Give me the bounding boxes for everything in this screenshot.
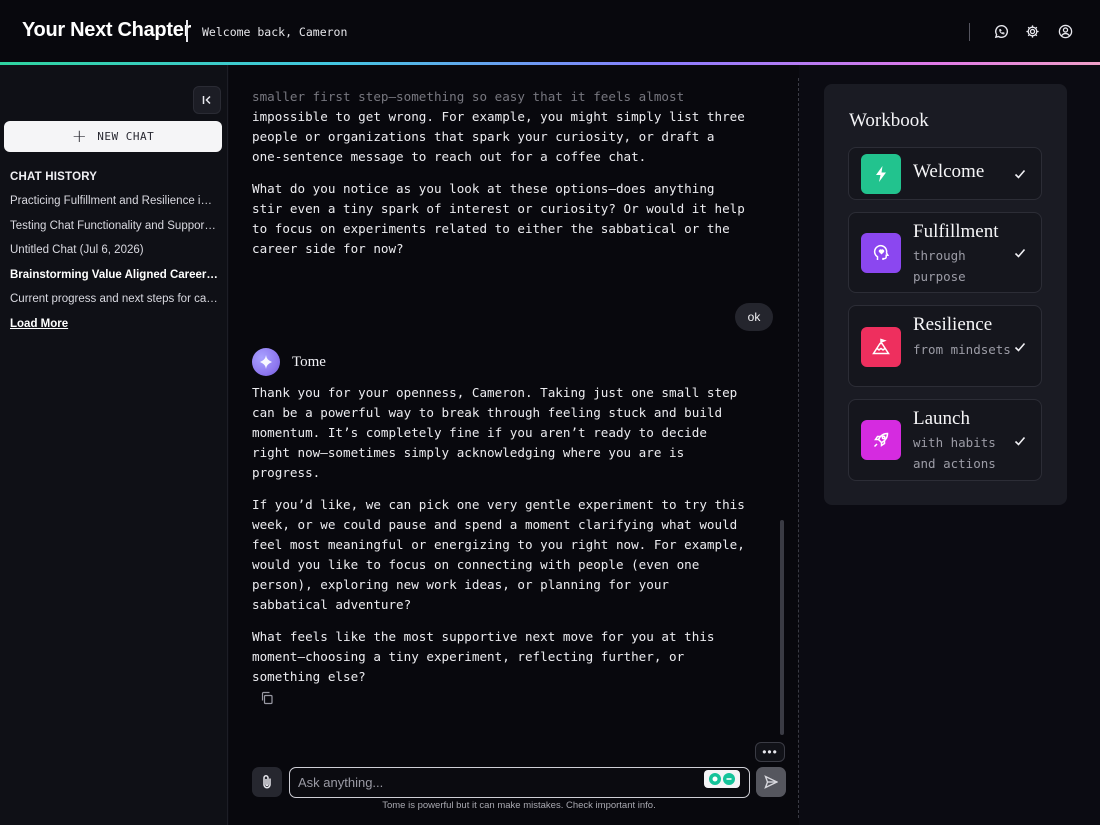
- header-divider: [969, 23, 970, 41]
- new-chat-button[interactable]: + NEW CHAT: [4, 121, 222, 152]
- chat-divider: [798, 78, 799, 818]
- attach-button[interactable]: [252, 767, 282, 797]
- assistant-message-paragraph: What feels like the most supportive next…: [252, 629, 715, 684]
- grammar-assistant-badge[interactable]: [704, 770, 740, 788]
- check-icon: [1014, 436, 1026, 446]
- workbook-card-subtitle: from mindsets: [913, 342, 1011, 357]
- title-separator: [186, 20, 188, 42]
- workbook-title: Workbook: [849, 110, 929, 131]
- app-title: Your Next Chapter: [22, 19, 192, 41]
- chat-panel: smaller first step—something so easy tha…: [229, 65, 799, 825]
- sparkle-icon: [260, 355, 272, 369]
- message-input[interactable]: [298, 768, 698, 796]
- assistant-message-text: impossible to get wrong. For example, yo…: [252, 109, 745, 164]
- send-button[interactable]: [756, 767, 786, 797]
- top-header: Your Next Chapter Welcome back, Cameron: [0, 0, 1100, 62]
- new-chat-label: NEW CHAT: [97, 130, 155, 143]
- load-more-link[interactable]: Load More: [10, 318, 68, 330]
- disclaimer: Tome is powerful but it can make mistake…: [382, 800, 656, 811]
- lightning-icon: [861, 154, 901, 194]
- workbook-card-resilience[interactable]: Resilience from mindsets: [848, 305, 1042, 387]
- chat-history-title: CHAT HISTORY: [10, 171, 98, 183]
- plus-icon: +: [71, 125, 88, 147]
- mountain-flag-icon: [861, 327, 901, 367]
- rocket-icon: [861, 420, 901, 460]
- assistant-message-paragraph: If you’d like, we can pick one very gent…: [252, 497, 745, 612]
- workbook-card-welcome[interactable]: Welcome: [848, 147, 1042, 200]
- workbook-card-fulfillment[interactable]: Fulfillment through purpose: [848, 212, 1042, 293]
- tome-avatar: [252, 348, 280, 376]
- history-item[interactable]: Testing Chat Functionality and Support O…: [10, 220, 218, 232]
- history-item-active[interactable]: Brainstorming Value Aligned Career Exper…: [10, 269, 218, 281]
- sidebar: + NEW CHAT CHAT HISTORY Practicing Fulfi…: [0, 65, 228, 825]
- check-icon: [1014, 169, 1026, 179]
- workbook-card-name: Welcome: [913, 161, 985, 182]
- collapse-left-icon: [202, 95, 211, 105]
- assistant-message-paragraph: Thank you for your openness, Cameron. Ta…: [252, 385, 738, 480]
- check-icon: [1014, 342, 1026, 352]
- history-item[interactable]: Untitled Chat (Jul 6, 2026): [10, 244, 218, 256]
- head-heart-icon: [861, 233, 901, 273]
- send-icon: [764, 775, 778, 789]
- grammar-check-icon: [709, 773, 735, 785]
- check-icon: [1014, 248, 1026, 258]
- bot-name: Tome: [292, 354, 326, 370]
- more-options-button[interactable]: •••: [755, 742, 785, 762]
- workbook-card-launch[interactable]: Launch with habits and actions: [848, 399, 1042, 481]
- message-input-wrapper[interactable]: [289, 767, 750, 798]
- workbook-card-name: Fulfillment: [913, 221, 999, 242]
- workbook-card-name: Launch: [913, 408, 970, 429]
- user-circle-icon[interactable]: [1056, 22, 1074, 40]
- chat-bubble-icon[interactable]: [992, 22, 1010, 40]
- workbook-panel: Workbook Welcome Fulfillment through pur…: [824, 84, 1067, 505]
- welcome-message: Welcome back, Cameron: [202, 25, 348, 39]
- paperclip-icon: [263, 775, 271, 789]
- history-item[interactable]: Practicing Fulfillment and Resilience in…: [10, 195, 218, 207]
- gear-icon[interactable]: [1023, 22, 1041, 40]
- assistant-message-faded-line: smaller first step—something so easy tha…: [252, 89, 685, 104]
- assistant-message-text: What do you notice as you look at these …: [252, 181, 745, 256]
- copy-icon[interactable]: [260, 691, 276, 707]
- history-item[interactable]: Current progress and next steps for care…: [10, 293, 218, 305]
- chat-scrollbar[interactable]: [780, 520, 784, 735]
- workbook-card-name: Resilience: [913, 314, 993, 335]
- workbook-card-subtitle: through purpose: [913, 248, 966, 284]
- workbook-card-subtitle: with habits and actions: [913, 435, 996, 471]
- user-message-bubble: ok: [735, 303, 773, 331]
- collapse-sidebar-button[interactable]: [193, 86, 221, 114]
